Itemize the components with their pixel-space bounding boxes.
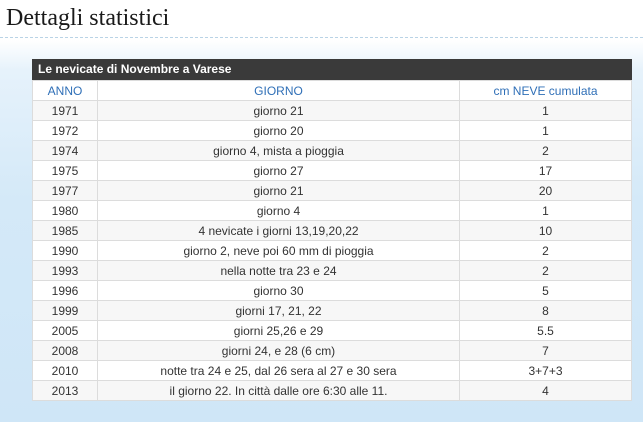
cell-neve: 1 [459, 200, 632, 221]
title-divider [0, 37, 643, 38]
header-anno: ANNO [32, 80, 98, 101]
cell-anno: 2008 [32, 340, 98, 361]
header-neve: cm NEVE cumulata [459, 80, 632, 101]
header-giorno: GIORNO [97, 80, 460, 101]
cell-neve: 1 [459, 120, 632, 141]
table-row: 1993 nella notte tra 23 e 24 2 [32, 260, 632, 281]
table-row: 2010 notte tra 24 e 25, dal 26 sera al 2… [32, 360, 632, 381]
table-row: 1977 giorno 21 20 [32, 180, 632, 201]
cell-anno: 2005 [32, 320, 98, 341]
cell-neve: 8 [459, 300, 632, 321]
cell-neve: 17 [459, 160, 632, 181]
cell-giorno: notte tra 24 e 25, dal 26 sera al 27 e 3… [97, 360, 460, 381]
cell-neve: 3+7+3 [459, 360, 632, 381]
table-row: 1975 giorno 27 17 [32, 160, 632, 181]
cell-giorno: giorno 21 [97, 180, 460, 201]
cell-giorno: nella notte tra 23 e 24 [97, 260, 460, 281]
table-row: 1999 giorni 17, 21, 22 8 [32, 300, 632, 321]
cell-neve: 2 [459, 140, 632, 161]
cell-neve: 7 [459, 340, 632, 361]
cell-neve: 20 [459, 180, 632, 201]
cell-giorno: giorni 17, 21, 22 [97, 300, 460, 321]
cell-anno: 1972 [32, 120, 98, 141]
table-row: 1980 giorno 4 1 [32, 200, 632, 221]
table-row: 1971 giorno 21 1 [32, 100, 632, 121]
cell-neve: 2 [459, 260, 632, 281]
cell-anno: 1996 [32, 280, 98, 301]
table-row: 2008 giorni 24, e 28 (6 cm) 7 [32, 340, 632, 361]
cell-giorno: giorni 24, e 28 (6 cm) [97, 340, 460, 361]
cell-anno: 1990 [32, 240, 98, 261]
cell-anno: 2013 [32, 380, 98, 401]
cell-giorno: giorno 4 [97, 200, 460, 221]
table-row: 1985 4 nevicate i giorni 13,19,20,22 10 [32, 220, 632, 241]
cell-giorno: giorno 20 [97, 120, 460, 141]
snowfall-table: Le nevicate di Novembre a Varese ANNO GI… [32, 59, 632, 401]
cell-giorno: giorno 21 [97, 100, 460, 121]
cell-anno: 1971 [32, 100, 98, 121]
table-row: 2005 giorni 25,26 e 29 5.5 [32, 320, 632, 341]
cell-neve: 4 [459, 380, 632, 401]
cell-neve: 5 [459, 280, 632, 301]
cell-anno: 1985 [32, 220, 98, 241]
cell-anno: 1999 [32, 300, 98, 321]
cell-giorno: giorno 30 [97, 280, 460, 301]
table-row: 2013 il giorno 22. In città dalle ore 6:… [32, 380, 632, 401]
page-title: Dettagli statistici [6, 5, 170, 31]
table-row: 1996 giorno 30 5 [32, 280, 632, 301]
table-header-row: ANNO GIORNO cm NEVE cumulata [32, 80, 632, 101]
cell-giorno: giorni 25,26 e 29 [97, 320, 460, 341]
cell-anno: 1975 [32, 160, 98, 181]
cell-neve: 5.5 [459, 320, 632, 341]
table-row: 1974 giorno 4, mista a pioggia 2 [32, 140, 632, 161]
cell-giorno: giorno 27 [97, 160, 460, 181]
cell-anno: 1980 [32, 200, 98, 221]
cell-neve: 1 [459, 100, 632, 121]
cell-neve: 2 [459, 240, 632, 261]
table-row: 1990 giorno 2, neve poi 60 mm di pioggia… [32, 240, 632, 261]
cell-giorno: giorno 2, neve poi 60 mm di pioggia [97, 240, 460, 261]
table-caption: Le nevicate di Novembre a Varese [32, 59, 632, 80]
cell-giorno: il giorno 22. In città dalle ore 6:30 al… [97, 380, 460, 401]
cell-giorno: 4 nevicate i giorni 13,19,20,22 [97, 220, 460, 241]
cell-anno: 1993 [32, 260, 98, 281]
table-row: 1972 giorno 20 1 [32, 120, 632, 141]
cell-anno: 1977 [32, 180, 98, 201]
cell-anno: 1974 [32, 140, 98, 161]
cell-giorno: giorno 4, mista a pioggia [97, 140, 460, 161]
cell-anno: 2010 [32, 360, 98, 381]
cell-neve: 10 [459, 220, 632, 241]
